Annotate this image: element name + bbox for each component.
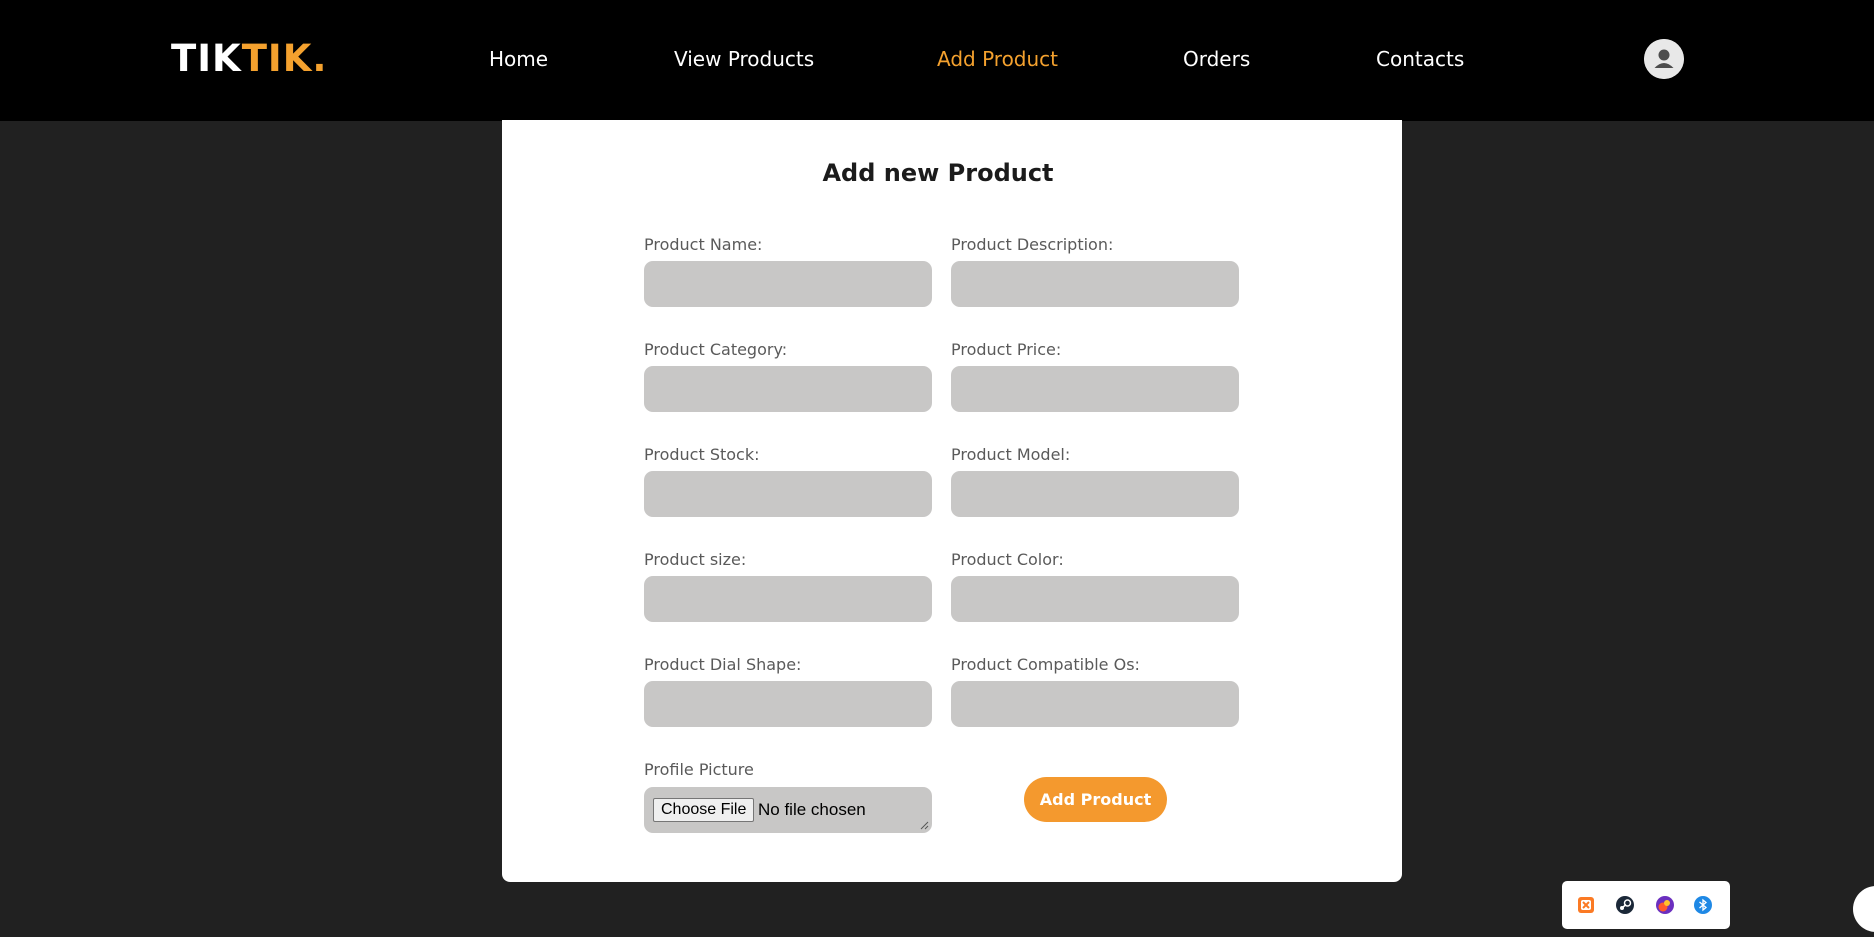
product-stock-input[interactable] [644,471,932,517]
product-name-label: Product Name: [644,235,763,254]
product-compatible-os-label: Product Compatible Os: [951,655,1140,674]
profile-picture-label: Profile Picture [644,760,754,779]
product-model-label: Product Model: [951,445,1071,464]
product-color-label: Product Color: [951,550,1064,569]
add-product-card: Add new Product Product Name: Product De… [502,120,1402,882]
product-size-label: Product size: [644,550,747,569]
user-avatar-icon[interactable] [1644,39,1684,79]
resize-grip-icon[interactable] [920,821,929,830]
product-category-input[interactable] [644,366,932,412]
nav-link-home[interactable]: Home [489,46,548,72]
product-description-input[interactable] [951,261,1239,307]
profile-picture-file-input: Choose File No file chosen [644,787,932,833]
product-description-label: Product Description: [951,235,1114,254]
product-color-input[interactable] [951,576,1239,622]
product-model-input[interactable] [951,471,1239,517]
product-price-label: Product Price: [951,340,1062,359]
floating-widget[interactable] [1853,886,1874,932]
product-size-input[interactable] [644,576,932,622]
nav-link-add-product[interactable]: Add Product [937,46,1058,72]
product-name-input[interactable] [644,261,932,307]
brand-logo[interactable]: TIKTIK. [171,36,327,82]
top-navbar: TIKTIK. Home View Products Add Product O… [0,0,1874,121]
product-stock-label: Product Stock: [644,445,760,464]
product-compatible-os-input[interactable] [951,681,1239,727]
nav-link-contacts[interactable]: Contacts [1376,46,1464,72]
xampp-icon[interactable] [1576,895,1596,915]
nav-link-view-products[interactable]: View Products [674,46,814,72]
add-product-button[interactable]: Add Product [1024,777,1167,822]
brand-logo-part2: TIK. [241,37,328,80]
product-category-label: Product Category: [644,340,788,359]
product-price-input[interactable] [951,366,1239,412]
page-title: Add new Product [822,159,1054,187]
steam-icon[interactable] [1615,895,1635,915]
nav-link-orders[interactable]: Orders [1183,46,1250,72]
bluetooth-icon[interactable] [1693,895,1713,915]
file-status-text: No file chosen [758,800,866,819]
app-icon[interactable] [1655,895,1675,915]
brand-logo-part1: TIK [171,37,242,80]
choose-file-button[interactable]: Choose File [653,798,755,822]
system-tray-popup [1562,881,1730,929]
product-dial-shape-input[interactable] [644,681,932,727]
product-dial-shape-label: Product Dial Shape: [644,655,802,674]
